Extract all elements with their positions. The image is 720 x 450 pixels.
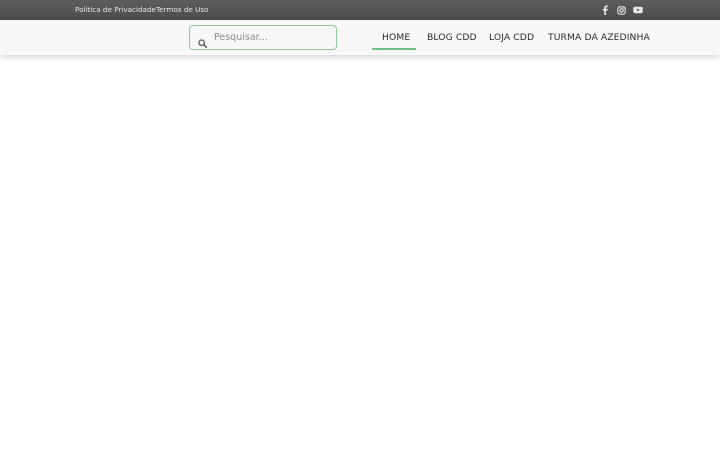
search-box [189,25,337,50]
nav-item-home[interactable]: HOME [382,20,410,55]
terms-of-use-link[interactable]: Termos de Uso [156,0,209,20]
nav-active-indicator [372,48,416,50]
search-icon[interactable] [198,33,208,49]
privacy-policy-link[interactable]: Política de Privacidade [75,0,156,20]
nav-item-turma-da-azedinha[interactable]: TURMA DA AZEDINHA [548,20,650,55]
search-input[interactable] [214,26,332,49]
nav-item-blog-cdd[interactable]: BLOG CDD [427,20,477,55]
facebook-icon[interactable] [600,5,610,15]
nav-item-loja-cdd[interactable]: LOJA CDD [489,20,534,55]
instagram-icon[interactable] [616,5,626,15]
youtube-icon[interactable] [633,5,643,15]
top-bar: Política de Privacidade Termos de Uso [0,0,720,20]
site-header: HOME BLOG CDD LOJA CDD TURMA DA AZEDINHA [0,20,720,55]
